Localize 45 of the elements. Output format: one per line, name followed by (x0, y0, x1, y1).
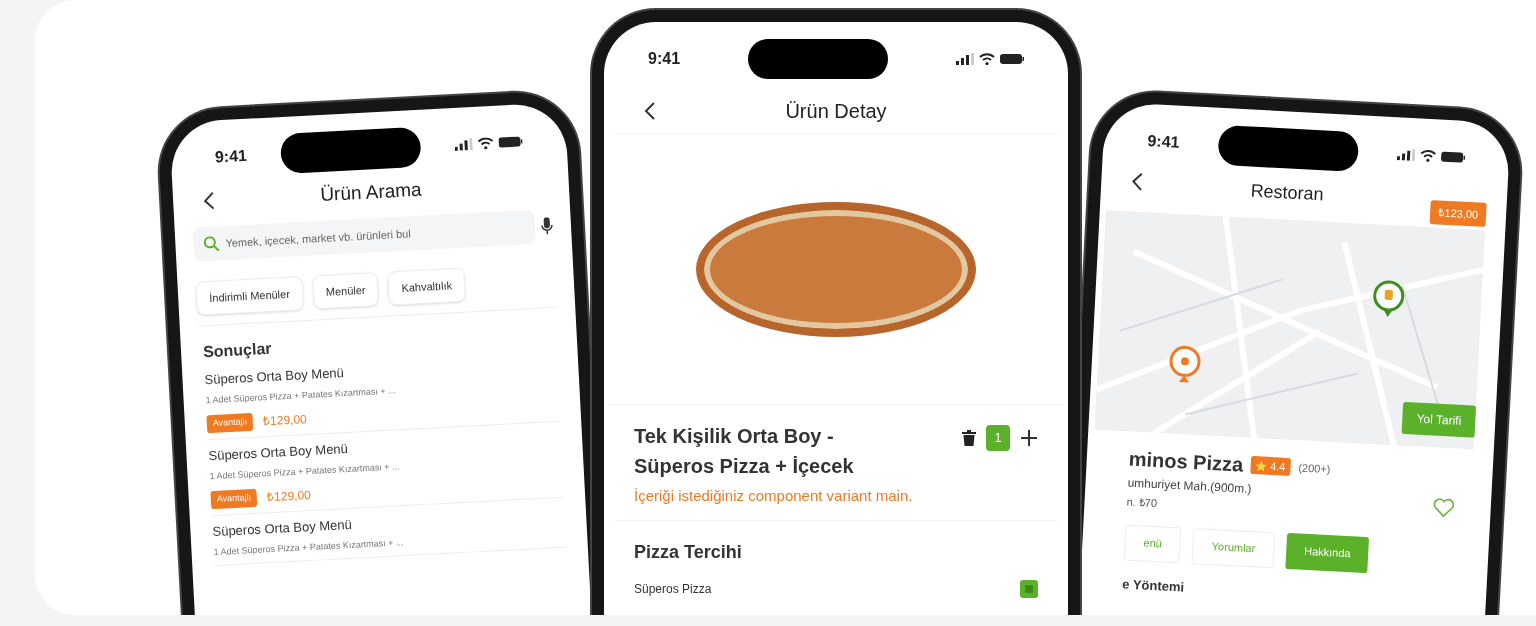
section-title: e Yöntemi (1121, 574, 1185, 597)
checkbox[interactable] (1020, 579, 1038, 598)
screen-title: Ürün Detay (785, 98, 887, 124)
signal-icon (1396, 148, 1416, 162)
wifi-icon (477, 136, 494, 150)
plus-icon[interactable] (1020, 429, 1038, 447)
filter-chip[interactable]: Kahvaltılık (387, 267, 466, 306)
signal-icon (454, 138, 473, 151)
product-description: İçeriği istediğiniz component variant main. (634, 486, 913, 506)
battery-icon (1000, 53, 1024, 65)
quantity-value: 1 (986, 425, 1010, 451)
status-time: 9:41 (214, 145, 248, 168)
result-title[interactable]: Süperos Orta Boy Menü (204, 363, 345, 390)
battery-icon (1440, 150, 1466, 164)
screen-title: Ürün Arama (319, 177, 423, 207)
signal-icon (956, 53, 974, 65)
section-title: Sonuçlar (202, 338, 273, 363)
rating-badge: 4.4 (1250, 455, 1291, 477)
filter-chip[interactable]: İndirimli Menüler (195, 276, 304, 316)
option-label: Süperos Pizza (634, 580, 712, 598)
screen-title: Restoran (1250, 179, 1325, 206)
search-icon (203, 235, 220, 253)
back-icon[interactable] (644, 100, 656, 121)
trash-icon[interactable] (962, 430, 976, 446)
wifi-icon (1419, 149, 1437, 163)
deal-badge: Avantajlı (206, 413, 254, 433)
back-icon[interactable] (202, 190, 216, 212)
price: ₺129,00 (266, 486, 312, 507)
microphone-icon[interactable] (540, 216, 554, 236)
price: ₺129,00 (262, 411, 308, 431)
section-title: Pizza Tercihi (634, 540, 742, 564)
status-time: 9:41 (648, 49, 681, 69)
result-title[interactable]: Süperos Orta Boy Menü (212, 514, 353, 542)
status-time: 9:41 (1146, 131, 1181, 153)
review-count: (200+) (1297, 460, 1331, 477)
result-title[interactable]: Süperos Orta Boy Menü (208, 438, 349, 466)
heart-icon[interactable] (1432, 497, 1456, 519)
search-field[interactable]: Yemek, içecek, market vb. ürünleri bul (192, 209, 536, 262)
deal-badge: Avantajlı (210, 489, 258, 509)
star-icon (1255, 459, 1268, 472)
filter-chip[interactable]: Menüler (311, 272, 380, 310)
wifi-icon (979, 53, 995, 65)
back-icon[interactable] (1130, 171, 1144, 192)
battery-icon (498, 135, 523, 149)
product-name: Tek Kişilik Orta Boy - Süperos Pizza + İçecek (634, 424, 855, 479)
